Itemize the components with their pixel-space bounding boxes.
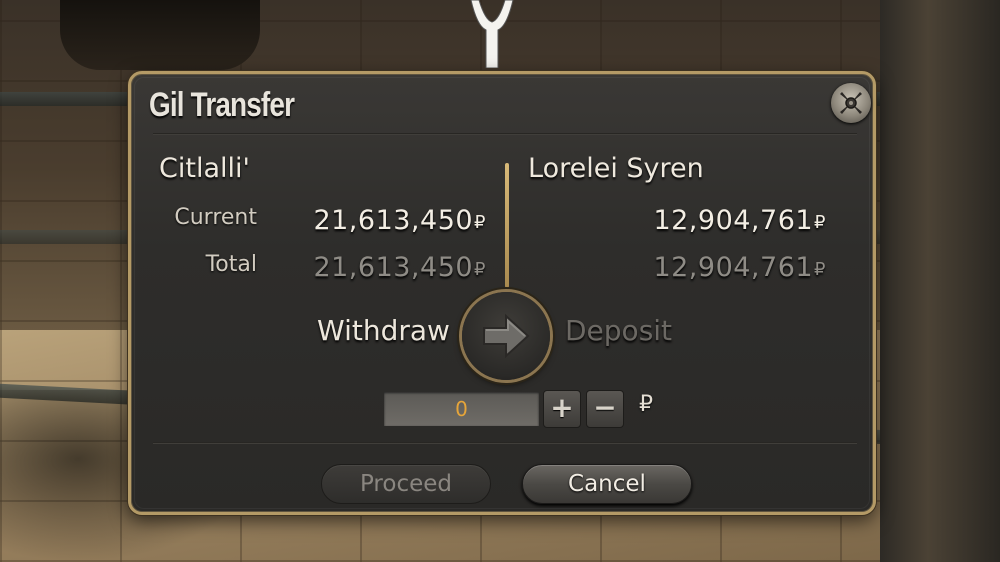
decrease-button[interactable]: − (586, 390, 624, 428)
retainer-current-value: 12,904,761 (653, 205, 814, 236)
retainer-name: Lorelei Syren (528, 153, 704, 184)
background-wall (880, 0, 1000, 562)
emblem-icon (470, 0, 514, 68)
arrow-right-icon (483, 313, 530, 359)
transfer-direction-toggle[interactable] (462, 292, 550, 380)
deposit-option[interactable]: Deposit (565, 314, 672, 347)
cancel-button[interactable]: Cancel (522, 464, 692, 504)
retainer-current-gil: 12,904,761₽ (601, 205, 826, 236)
close-button[interactable] (831, 83, 871, 123)
gil-icon: ₽ (474, 259, 486, 280)
withdraw-option[interactable]: Withdraw (317, 314, 450, 347)
character-total-value: 21,613,450 (313, 252, 474, 283)
background-pillar (60, 0, 260, 70)
gil-icon: ₽ (474, 212, 486, 233)
character-current-gil: 21,613,450₽ (291, 205, 486, 236)
column-divider (505, 163, 509, 288)
proceed-button[interactable]: Proceed (321, 464, 491, 504)
gil-icon: ₽ (814, 259, 826, 280)
total-label: Total (205, 252, 257, 277)
character-name: Citlalli' (159, 153, 250, 184)
gil-icon: ₽ (814, 212, 826, 233)
dialog-title: Gil Transfer (149, 86, 295, 124)
gil-transfer-dialog: Gil Transfer Citlalli' Current Total 21,… (128, 71, 876, 515)
footer-divider (153, 442, 857, 444)
character-current-value: 21,613,450 (313, 205, 474, 236)
gil-icon: ₽ (639, 392, 653, 417)
increase-button[interactable]: + (543, 390, 581, 428)
current-label: Current (174, 205, 257, 230)
title-divider (153, 133, 857, 135)
gil-amount-input[interactable] (384, 392, 539, 426)
close-icon (840, 92, 862, 114)
retainer-total-value: 12,904,761 (653, 252, 814, 283)
retainer-total-gil: 12,904,761₽ (601, 252, 826, 283)
character-total-gil: 21,613,450₽ (291, 252, 486, 283)
